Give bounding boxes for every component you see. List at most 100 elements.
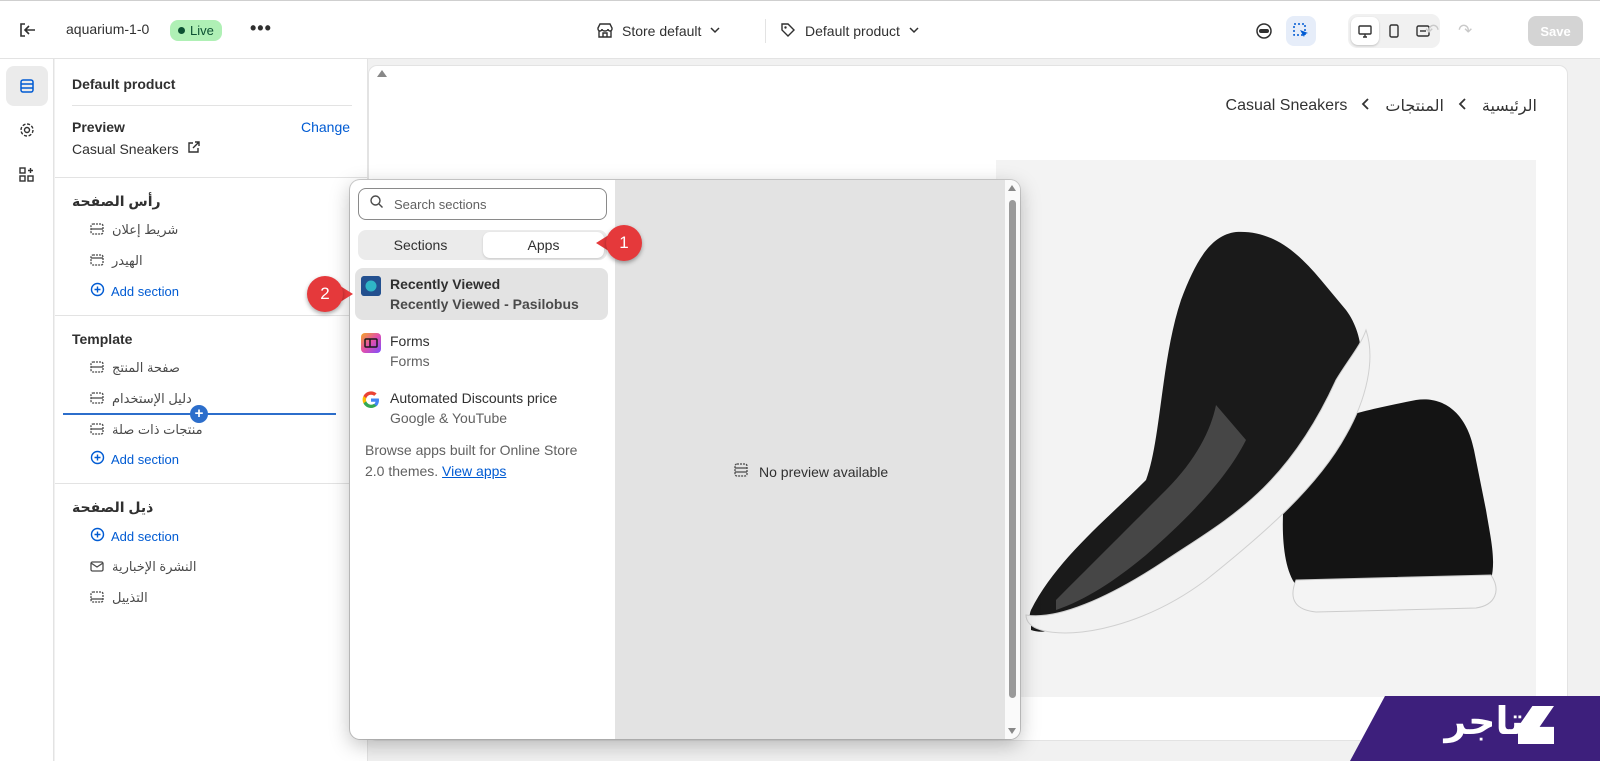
add-section-label: Add section — [111, 283, 179, 299]
add-section-label: Add section — [111, 528, 179, 544]
app-item-forms[interactable]: Forms Forms — [355, 325, 608, 377]
mail-icon — [90, 559, 104, 576]
no-preview-label: No preview available — [759, 463, 889, 480]
store-name: aquarium-1-0 — [66, 21, 150, 37]
preview-product-label: Casual Sneakers — [72, 141, 179, 157]
section-item[interactable]: الهيدر — [90, 250, 143, 272]
plus-circle-icon — [90, 527, 105, 545]
tab-sections[interactable]: Sections — [360, 232, 481, 258]
section-icon — [733, 462, 749, 481]
divider — [72, 105, 352, 106]
brand-text: تاجر — [1444, 699, 1524, 743]
store-select-label: Store default — [622, 23, 702, 39]
app-item-recently-viewed[interactable]: Recently Viewed Recently Viewed - Pasilo… — [355, 268, 608, 320]
view-apps-link[interactable]: View apps — [442, 463, 506, 479]
sidekick-icon[interactable] — [1249, 16, 1279, 46]
section-label: صفحة المنتج — [112, 360, 180, 375]
scrollbar[interactable] — [1005, 180, 1020, 739]
group-header-title: رأس الصفحة — [72, 193, 161, 209]
template-select[interactable]: Default product — [779, 19, 920, 43]
app-name: Recently Viewed — [390, 276, 501, 292]
divider — [765, 19, 766, 43]
divider — [55, 483, 368, 484]
section-item[interactable]: شريط إعلان — [90, 219, 178, 241]
tajer-logo: تاجر — [1350, 696, 1600, 761]
section-label: التذييل — [112, 590, 148, 605]
section-item[interactable]: النشرة الإخبارية — [90, 556, 197, 578]
app-vendor: Forms — [390, 353, 430, 369]
browse-apps-text: Browse apps built for Online Store 2.0 t… — [365, 440, 600, 482]
no-preview-message: No preview available — [733, 462, 888, 481]
section-icon — [90, 391, 104, 408]
apps-icon[interactable] — [6, 155, 48, 195]
scroll-up-arrow[interactable] — [1008, 185, 1016, 191]
section-icon — [90, 590, 104, 607]
add-section-popover: Sections Apps Recently Viewed Recently V… — [350, 180, 1020, 739]
add-section-button[interactable]: Add section — [90, 280, 179, 302]
add-section-button[interactable]: Add section — [90, 525, 179, 547]
inspector-icon[interactable] — [1286, 16, 1316, 46]
sections-icon[interactable] — [6, 66, 48, 106]
app-item-automated-discounts[interactable]: Automated Discounts price Google & YouTu… — [355, 382, 608, 434]
exit-icon[interactable] — [16, 19, 38, 41]
breadcrumb-home[interactable]: الرئيسية — [1482, 96, 1537, 116]
external-link-icon — [187, 141, 200, 157]
app-vendor: Recently Viewed - Pasilobus — [390, 296, 579, 312]
search-sections-input[interactable] — [394, 196, 584, 212]
chevron-left-icon — [1458, 97, 1468, 115]
group-footer-title: ذيل الصفحة — [72, 499, 154, 515]
mobile-icon[interactable] — [1380, 17, 1408, 45]
plus-circle-icon — [90, 450, 105, 468]
breadcrumb: الرئيسية المنتجات Casual Sneakers — [1226, 96, 1537, 116]
preview-label: Preview — [72, 119, 125, 135]
section-label: النشرة الإخبارية — [112, 559, 197, 574]
chevron-down-icon — [908, 23, 920, 39]
scroll-down-arrow[interactable] — [1008, 728, 1016, 734]
section-label: منتجات ذات صلة — [112, 422, 203, 437]
section-icon — [90, 360, 104, 377]
sneakers-illustration — [1025, 231, 1497, 634]
search-box[interactable] — [358, 188, 607, 220]
save-button[interactable]: Save — [1528, 16, 1583, 46]
callout-1: 1 — [596, 225, 642, 261]
more-actions-button[interactable]: ••• — [250, 18, 272, 39]
callout-2: 2 — [307, 276, 353, 312]
section-label: الهيدر — [112, 253, 143, 268]
add-section-label: Add section — [111, 451, 179, 467]
divider — [55, 177, 368, 178]
callout-number: 1 — [606, 225, 642, 261]
add-section-button[interactable]: Add section — [90, 448, 179, 470]
store-icon — [596, 21, 614, 42]
undo-icon[interactable]: ↶ — [1425, 21, 1439, 41]
section-preview-pane: No preview available — [615, 180, 1005, 739]
preview-product[interactable]: Casual Sneakers — [72, 141, 200, 157]
redo-icon[interactable]: ↷ — [1458, 21, 1472, 41]
template-select-label: Default product — [805, 23, 900, 39]
divider — [55, 315, 368, 316]
forms-logo — [361, 333, 381, 353]
sections-sidebar: Default product Preview Change Casual Sn… — [55, 59, 368, 761]
picker-tabs: Sections Apps — [358, 230, 607, 260]
section-item[interactable]: صفحة المنتج — [90, 357, 180, 379]
desktop-icon[interactable] — [1351, 17, 1379, 45]
gear-icon[interactable] — [6, 110, 48, 150]
store-select[interactable]: Store default — [596, 19, 721, 43]
breadcrumb-products[interactable]: المنتجات — [1385, 96, 1444, 116]
change-preview-link[interactable]: Change — [301, 119, 350, 135]
plus-circle-icon — [90, 282, 105, 300]
section-item[interactable]: دليل الإستخدام — [90, 388, 192, 410]
scrollbar-thumb[interactable] — [1009, 200, 1016, 698]
sidebar-title: Default product — [72, 76, 176, 92]
app-name: Automated Discounts price — [390, 390, 558, 406]
product-image[interactable] — [996, 160, 1536, 697]
section-label: شريط إعلان — [112, 222, 179, 237]
section-item[interactable]: منتجات ذات صلة — [90, 419, 203, 441]
section-icon — [90, 253, 104, 270]
tab-apps[interactable]: Apps — [483, 232, 604, 258]
group-template-title: Template — [72, 331, 133, 347]
callout-number: 2 — [307, 276, 343, 312]
section-item[interactable]: التذييل — [90, 587, 148, 609]
scroll-up-arrow[interactable] — [377, 70, 387, 77]
breadcrumb-current: Casual Sneakers — [1225, 97, 1348, 114]
top-bar: aquarium-1-0 Live ••• Store default Defa… — [0, 0, 1600, 59]
